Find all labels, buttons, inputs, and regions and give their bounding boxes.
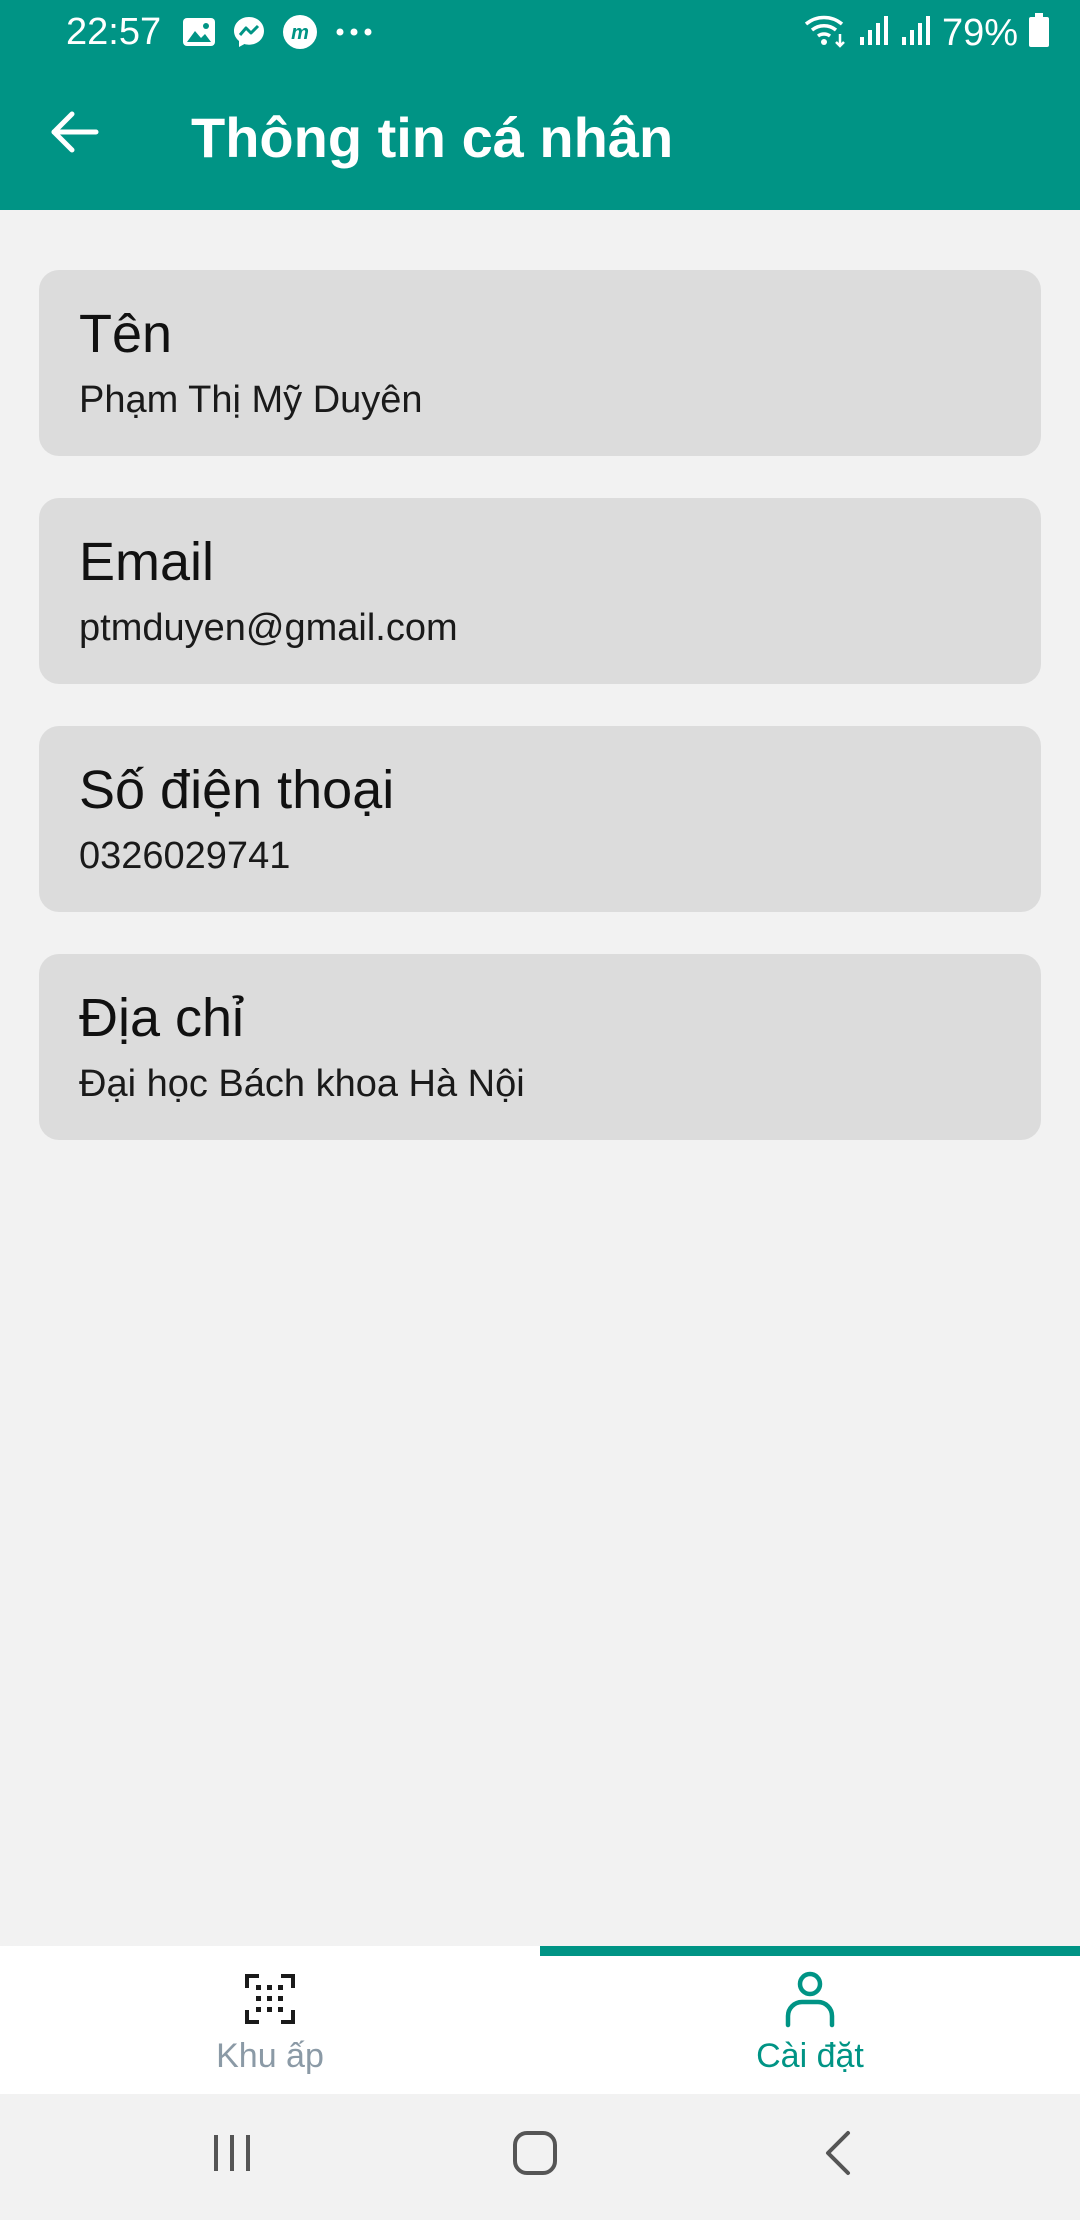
image-icon bbox=[182, 17, 216, 52]
field-value: Phạm Thị Mỹ Duyên bbox=[79, 379, 423, 421]
status-bar: 22:57 m 79% bbox=[0, 0, 1080, 66]
field-card-email[interactable]: Email ptmduyen@gmail.com bbox=[39, 498, 1041, 684]
wifi-icon bbox=[804, 12, 848, 53]
nav-label: Khu ấp bbox=[216, 2037, 324, 2075]
system-back-button[interactable] bbox=[798, 2120, 878, 2190]
nav-label: Cài đặt bbox=[756, 2037, 864, 2075]
back-icon bbox=[822, 2129, 854, 2182]
field-label: Tên bbox=[79, 304, 173, 364]
field-card-address[interactable]: Địa chỉ Đại học Bách khoa Hà Nội bbox=[39, 954, 1041, 1140]
signal-icon bbox=[900, 13, 932, 52]
top-app-area: 22:57 m 79% Thông tin cá nhân bbox=[0, 0, 1080, 210]
field-label: Số điện thoại bbox=[79, 760, 395, 820]
home-button[interactable] bbox=[495, 2120, 575, 2190]
back-button[interactable] bbox=[40, 104, 110, 164]
messenger-icon bbox=[232, 15, 266, 54]
home-icon bbox=[511, 2129, 559, 2182]
notification-icons: m bbox=[182, 14, 374, 55]
nav-tab-khu-ap[interactable]: Khu ấp bbox=[0, 1946, 540, 2094]
system-navigation-bar bbox=[0, 2094, 1080, 2220]
field-value: ptmduyen@gmail.com bbox=[79, 607, 458, 649]
signal-icon bbox=[858, 13, 890, 52]
field-value: 0326029741 bbox=[79, 835, 291, 877]
svg-text:m: m bbox=[291, 22, 309, 44]
scan-icon bbox=[220, 1964, 320, 2034]
user-icon bbox=[760, 1964, 860, 2034]
system-status: 79% bbox=[804, 12, 1050, 53]
page-title: Thông tin cá nhân bbox=[191, 106, 674, 169]
m-app-icon: m bbox=[282, 14, 318, 55]
field-label: Địa chỉ bbox=[79, 988, 245, 1048]
field-card-phone[interactable]: Số điện thoại 0326029741 bbox=[39, 726, 1041, 912]
field-card-name[interactable]: Tên Phạm Thị Mỹ Duyên bbox=[39, 270, 1041, 456]
active-tab-indicator bbox=[540, 1946, 1080, 1956]
more-dots-icon bbox=[334, 22, 374, 47]
app-bar: Thông tin cá nhân bbox=[0, 66, 1080, 210]
arrow-left-icon bbox=[50, 110, 100, 159]
recent-apps-icon bbox=[210, 2133, 254, 2178]
nav-tab-cai-dat[interactable]: Cài đặt bbox=[540, 1946, 1080, 2094]
recent-apps-button[interactable] bbox=[192, 2120, 272, 2190]
field-value: Đại học Bách khoa Hà Nội bbox=[79, 1063, 525, 1105]
battery-icon bbox=[1028, 12, 1050, 53]
bottom-navigation: Khu ấp Cài đặt bbox=[0, 1946, 1080, 2094]
status-time: 22:57 bbox=[66, 11, 162, 53]
field-label: Email bbox=[79, 532, 215, 592]
battery-percent: 79% bbox=[941, 11, 1018, 54]
profile-fields: Tên Phạm Thị Mỹ Duyên Email ptmduyen@gma… bbox=[39, 270, 1041, 1182]
